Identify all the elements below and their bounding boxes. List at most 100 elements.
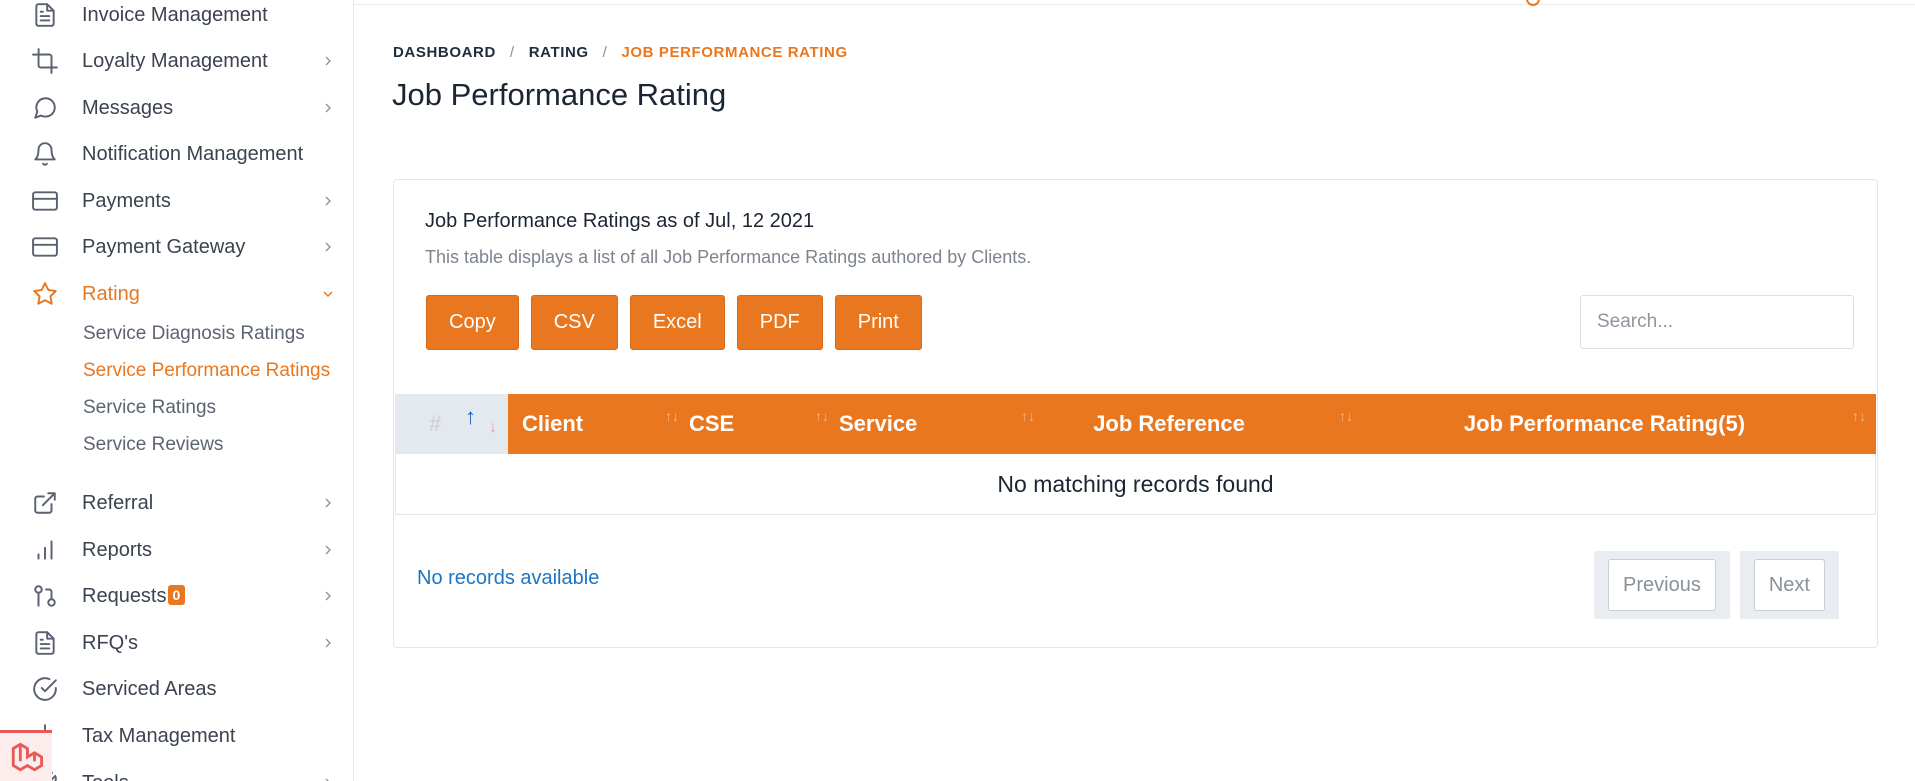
bar-chart-icon	[30, 535, 60, 565]
column-header-client[interactable]: Client ↑↓	[508, 394, 689, 454]
document-icon	[30, 0, 60, 30]
column-header-label: Job Reference	[1093, 411, 1245, 436]
export-buttons: Copy CSV Excel PDF Print	[426, 295, 922, 350]
sidebar-item-label: Referral	[82, 491, 154, 514]
credit-card-icon	[30, 186, 60, 216]
sidebar: Invoice Management Loyalty Management Me…	[0, 0, 354, 781]
column-header-service[interactable]: Service ↑↓	[839, 394, 1045, 454]
next-button[interactable]: Next	[1753, 559, 1825, 611]
sidebar-subitem-service-diagnosis-ratings[interactable]: Service Diagnosis Ratings	[83, 323, 305, 345]
column-header-cse[interactable]: CSE ↑↓	[689, 394, 839, 454]
card-title: Job Performance Ratings as of Jul, 12 20…	[425, 210, 815, 232]
sidebar-item-label: Invoice Management	[82, 3, 268, 26]
sidebar-item-label: Payment Gateway	[82, 235, 246, 258]
empty-table-row: No matching records found	[395, 454, 1876, 515]
requests-count-badge: 0	[167, 584, 186, 605]
breadcrumb: DASHBOARD / RATING / JOB PERFORMANCE RAT…	[393, 44, 848, 61]
chevron-right-icon	[320, 100, 336, 116]
bell-icon	[30, 139, 60, 169]
page-title: Job Performance Rating	[392, 77, 727, 112]
pagination: Previous Next	[1594, 551, 1839, 619]
empty-message: No matching records found	[997, 470, 1274, 497]
next-wrapper: Next	[1739, 551, 1839, 619]
message-circle-icon	[30, 93, 60, 123]
sidebar-item-label: Reports	[82, 538, 153, 561]
sidebar-item-serviced-areas[interactable]: Serviced Areas	[0, 666, 353, 712]
git-pull-request-icon	[30, 581, 60, 611]
sidebar-item-loyalty-management[interactable]: Loyalty Management	[0, 38, 353, 84]
sidebar-item-tax-management[interactable]: Tax Management	[0, 713, 353, 759]
top-bar	[354, 0, 1915, 6]
sort-desc-icon: ↓	[489, 419, 497, 436]
chevron-down-icon	[320, 286, 336, 302]
sidebar-item-payment-gateway[interactable]: Payment Gateway	[0, 224, 353, 270]
chevron-right-icon	[320, 239, 336, 255]
breadcrumb-separator: /	[602, 44, 608, 61]
chevron-right-icon	[320, 53, 336, 69]
chevron-right-icon	[320, 193, 336, 209]
pdf-button[interactable]: PDF	[736, 295, 823, 350]
crop-icon	[30, 46, 60, 76]
column-header-label: #	[429, 411, 442, 436]
sidebar-item-invoice-management[interactable]: Invoice Management	[0, 0, 353, 38]
ratings-card: Job Performance Ratings as of Jul, 12 20…	[393, 179, 1878, 648]
sidebar-item-label: Rating	[82, 282, 140, 305]
chevron-right-icon	[320, 588, 336, 604]
sort-asc-icon: ↑	[465, 404, 476, 429]
external-link-icon	[30, 488, 60, 518]
column-header-number[interactable]: # ↑ ↓	[395, 394, 508, 454]
sidebar-item-label: Payments	[82, 189, 171, 212]
sort-icon: ↑↓	[1021, 408, 1035, 424]
breadcrumb-dashboard[interactable]: DASHBOARD	[393, 44, 496, 61]
sidebar-item-label: Messages	[82, 96, 174, 119]
print-button[interactable]: Print	[834, 295, 922, 350]
check-circle-icon	[30, 674, 60, 704]
previous-button[interactable]: Previous	[1608, 559, 1716, 611]
sidebar-item-label: Tools	[82, 772, 129, 781]
sort-icon: ↑↓	[1339, 408, 1353, 424]
sidebar-item-rfqs[interactable]: RFQ's	[0, 620, 353, 666]
column-header-job-performance-rating[interactable]: Job Performance Rating(5) ↑↓	[1363, 394, 1876, 454]
chevron-right-icon	[320, 775, 336, 781]
sidebar-item-reports[interactable]: Reports	[0, 527, 353, 573]
search-input[interactable]	[1580, 295, 1854, 349]
sidebar-item-label: Serviced Areas	[82, 677, 217, 700]
sidebar-subitem-service-performance-ratings[interactable]: Service Performance Ratings	[83, 360, 330, 382]
loading-indicator-icon	[1526, 0, 1540, 6]
breadcrumb-separator: /	[509, 44, 515, 61]
previous-wrapper: Previous	[1594, 551, 1730, 619]
csv-button[interactable]: CSV	[530, 295, 618, 350]
laravel-debug-icon[interactable]	[0, 730, 52, 781]
sort-icon: ↑↓	[815, 408, 829, 424]
chevron-right-icon	[320, 635, 336, 651]
sidebar-item-tools[interactable]: Tools	[0, 760, 353, 781]
column-header-label: Job Performance Rating(5)	[1463, 411, 1746, 436]
chevron-right-icon	[320, 542, 336, 558]
sidebar-item-label: Loyalty Management	[82, 49, 268, 72]
records-info: No records available	[417, 567, 600, 589]
sidebar-item-payments[interactable]: Payments	[0, 178, 353, 224]
sort-icon: ↑↓	[1852, 408, 1866, 424]
star-icon	[30, 279, 60, 309]
column-header-label: Service	[839, 411, 918, 436]
table-header: # ↑ ↓ Client ↑↓ CSE ↑↓ Service ↑↓ Job Re…	[395, 394, 1876, 454]
sidebar-item-label: Requests 0	[82, 584, 186, 608]
sidebar-item-notification-management[interactable]: Notification Management	[0, 131, 353, 177]
sidebar-item-label: Notification Management	[82, 142, 304, 165]
column-header-label: CSE	[689, 411, 735, 436]
sidebar-item-messages[interactable]: Messages	[0, 85, 353, 131]
column-header-job-reference[interactable]: Job Reference ↑↓	[1045, 394, 1363, 454]
breadcrumb-rating[interactable]: RATING	[529, 44, 589, 61]
sidebar-item-label-text: Requests	[82, 584, 167, 607]
excel-button[interactable]: Excel	[629, 295, 725, 350]
copy-button[interactable]: Copy	[426, 295, 519, 350]
sidebar-subitem-service-reviews[interactable]: Service Reviews	[83, 434, 223, 456]
sidebar-subitem-service-ratings[interactable]: Service Ratings	[83, 397, 216, 419]
breadcrumb-current: JOB PERFORMANCE RATING	[621, 44, 848, 61]
sidebar-item-referral[interactable]: Referral	[0, 480, 353, 526]
chevron-right-icon	[320, 495, 336, 511]
sidebar-item-requests[interactable]: Requests 0	[0, 573, 353, 619]
sidebar-item-rating[interactable]: Rating	[0, 271, 353, 317]
column-header-label: Client	[522, 411, 584, 436]
sidebar-item-label: RFQ's	[82, 631, 139, 654]
